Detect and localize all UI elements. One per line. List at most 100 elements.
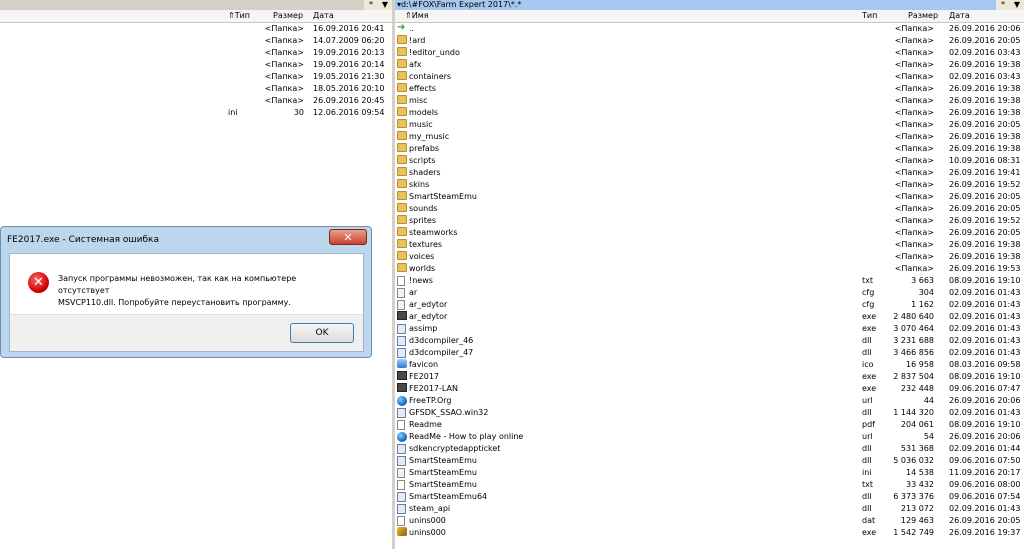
left-table-row[interactable]: <Папка> 19.05.2016 21:30	[0, 71, 392, 83]
right-row-date: 09.06.2016 07:50	[949, 456, 1021, 465]
right-row-size: <Папка>	[894, 108, 934, 117]
right-table-row[interactable]: ReadMe - How to play online url 54 26.09.20…	[395, 431, 1024, 443]
right-row-size: <Папка>	[894, 72, 934, 81]
right-row-size: <Папка>	[894, 216, 934, 225]
right-table-row[interactable]: steamworks <Папка> 26.09.2016 20:05	[395, 227, 1024, 239]
right-table-row[interactable]: !ard <Папка> 26.09.2016 20:05	[395, 35, 1024, 47]
right-table-row[interactable]: ➜.. <Папка> 26.09.2016 20:06	[395, 23, 1024, 35]
right-header-type[interactable]: Тип	[862, 10, 877, 22]
right-table-row[interactable]: SmartSteamEmu ini 14 538 11.09.2016 20:17	[395, 467, 1024, 479]
left-table-row[interactable]: <Папка> 19.09.2016 20:13	[0, 47, 392, 59]
left-table-row[interactable]: <Папка> 26.09.2016 20:45	[0, 95, 392, 107]
right-row-name: effects	[409, 84, 437, 93]
right-table-row[interactable]: shaders <Папка> 26.09.2016 19:41	[395, 167, 1024, 179]
dialog-message: Запуск программы невозможен, так как на …	[58, 273, 348, 309]
right-table-row[interactable]: unins000 exe 1 542 749 26.09.2016 19:37	[395, 527, 1024, 539]
right-table-row[interactable]: textures <Папка> 26.09.2016 19:38	[395, 239, 1024, 251]
right-path[interactable]: ▾d:\#FOX\Farm Expert 2017\*.*	[395, 0, 996, 10]
left-row-size: <Папка>	[264, 60, 304, 69]
left-header-type[interactable]: ⇑Тип	[228, 10, 250, 22]
right-table-row[interactable]: my_music <Папка> 26.09.2016 19:38	[395, 131, 1024, 143]
right-table-row[interactable]: favicon ico 16 958 08.03.2016 09:58	[395, 359, 1024, 371]
right-table-row[interactable]: FE2017 exe 2 837 504 08.09.2016 19:10	[395, 371, 1024, 383]
file-icon	[397, 420, 405, 430]
right-row-name: FE2017	[409, 372, 440, 381]
right-table-row[interactable]: !news txt 3 663 08.09.2016 19:10	[395, 275, 1024, 287]
right-header-name[interactable]: ⇑Имя	[405, 10, 429, 22]
folder-icon	[397, 203, 407, 212]
right-row-type: txt	[862, 480, 874, 489]
right-row-size: <Папка>	[894, 240, 934, 249]
right-row-type: dll	[862, 408, 872, 417]
right-table-row[interactable]: Readme pdf 204 061 08.09.2016 19:10	[395, 419, 1024, 431]
right-table-row[interactable]: unins000 dat 129 463 26.09.2016 20:05	[395, 515, 1024, 527]
right-row-type: url	[862, 432, 873, 441]
right-table-row[interactable]: voices <Папка> 26.09.2016 19:38	[395, 251, 1024, 263]
left-table-row[interactable]: ini 30 12.06.2016 09:54	[0, 107, 392, 119]
right-table-row[interactable]: ar_edytor cfg 1 162 02.09.2016 01:43	[395, 299, 1024, 311]
right-table-row[interactable]: effects <Папка> 26.09.2016 19:38	[395, 83, 1024, 95]
left-table-row[interactable]: <Папка> 18.05.2016 20:10	[0, 83, 392, 95]
right-table-row[interactable]: skins <Папка> 26.09.2016 19:52	[395, 179, 1024, 191]
left-table-row[interactable]: <Папка> 19.09.2016 20:14	[0, 59, 392, 71]
right-table-row[interactable]: d3dcompiler_46 dll 3 231 688 02.09.2016 01:…	[395, 335, 1024, 347]
right-row-date: 26.09.2016 20:05	[949, 192, 1021, 201]
right-table-row[interactable]: steam_api dll 213 072 02.09.2016 01:43	[395, 503, 1024, 515]
folder-icon	[397, 59, 407, 68]
right-header-date[interactable]: Дата	[949, 10, 970, 22]
dialog-close-button[interactable]: ✕	[329, 229, 367, 245]
left-path[interactable]	[0, 0, 364, 10]
right-table-row[interactable]: !editor_undo <Папка> 02.09.2016 03:43	[395, 47, 1024, 59]
system-error-dialog[interactable]: FE2017.exe - Системная ошибка ✕ ✕ Запуск…	[0, 226, 372, 358]
left-table-row[interactable]: <Папка> 16.09.2016 20:41	[0, 23, 392, 35]
left-table-row[interactable]: <Папка> 14.07.2009 06:20	[0, 35, 392, 47]
right-table-row[interactable]: models <Папка> 26.09.2016 19:38	[395, 107, 1024, 119]
left-header-size[interactable]: Размер	[273, 10, 303, 22]
right-row-type: ico	[862, 360, 874, 369]
right-row-size: 204 061	[900, 420, 934, 429]
right-table-row[interactable]: FreeTP.Org url 44 26.09.2016 20:06	[395, 395, 1024, 407]
right-table-row[interactable]: worlds <Папка> 26.09.2016 19:53	[395, 263, 1024, 275]
left-filter-star[interactable]: *	[364, 0, 378, 10]
right-table-row[interactable]: SmartSteamEmu dll 5 036 032 09.06.2016 07:5…	[395, 455, 1024, 467]
right-table-row[interactable]: FE2017-LAN exe 232 448 09.06.2016 07:47	[395, 383, 1024, 395]
right-row-date: 26.09.2016 19:52	[949, 180, 1021, 189]
right-table-row[interactable]: sounds <Папка> 26.09.2016 20:05	[395, 203, 1024, 215]
right-table-row[interactable]: d3dcompiler_47 dll 3 466 856 02.09.2016 01:…	[395, 347, 1024, 359]
right-table-row[interactable]: music <Папка> 26.09.2016 20:05	[395, 119, 1024, 131]
right-table-row[interactable]: scripts <Папка> 10.09.2016 08:31	[395, 155, 1024, 167]
right-row-type: url	[862, 396, 873, 405]
right-row-size: <Папка>	[894, 96, 934, 105]
right-filter-star[interactable]: *	[996, 0, 1010, 10]
right-table-row[interactable]: SmartSteamEmu <Папка> 26.09.2016 20:05	[395, 191, 1024, 203]
right-table-row[interactable]: misc <Папка> 26.09.2016 19:38	[395, 95, 1024, 107]
right-row-size: 14 538	[906, 468, 934, 477]
right-row-date: 02.09.2016 01:43	[949, 504, 1021, 513]
installer-icon	[397, 527, 407, 536]
right-table-row[interactable]: SmartSteamEmu txt 33 432 09.06.2016 08:00	[395, 479, 1024, 491]
right-file-panel[interactable]: ▾d:\#FOX\Farm Expert 2017\*.* * ▼ ⇑Имя Т…	[395, 0, 1024, 549]
right-table-row[interactable]: containers <Папка> 02.09.2016 03:43	[395, 71, 1024, 83]
right-table-row[interactable]: assimp exe 3 070 464 02.09.2016 01:43	[395, 323, 1024, 335]
right-table-row[interactable]: SmartSteamEmu64 dll 6 373 376 09.06.2016 07…	[395, 491, 1024, 503]
right-table-row[interactable]: sprites <Папка> 26.09.2016 19:52	[395, 215, 1024, 227]
right-row-name: unins000	[409, 528, 446, 537]
right-table-row[interactable]: sdkencryptedappticket dll 531 368 02.09.201…	[395, 443, 1024, 455]
right-table-row[interactable]: prefabs <Папка> 26.09.2016 19:38	[395, 143, 1024, 155]
right-path-bar: ▾d:\#FOX\Farm Expert 2017\*.* * ▼	[395, 0, 1024, 10]
right-table-row[interactable]: afx <Папка> 26.09.2016 19:38	[395, 59, 1024, 71]
left-row-size: <Папка>	[264, 96, 304, 105]
left-history-dropdown-icon[interactable]: ▼	[378, 0, 392, 10]
ok-button[interactable]: OK	[290, 323, 354, 343]
right-table-row[interactable]: ar cfg 304 02.09.2016 01:43	[395, 287, 1024, 299]
left-header-date[interactable]: Дата	[313, 10, 334, 22]
right-header-size[interactable]: Размер	[908, 10, 938, 22]
right-row-date: 26.09.2016 19:38	[949, 240, 1021, 249]
right-row-name: sdkencryptedappticket	[409, 444, 501, 453]
right-history-dropdown-icon[interactable]: ▼	[1010, 0, 1024, 10]
file-icon	[397, 516, 405, 526]
right-table-row[interactable]: GFSDK_SSAO.win32 dll 1 144 320 02.09.2016 0…	[395, 407, 1024, 419]
right-table-row[interactable]: ar_edytor exe 2 480 640 02.09.2016 01:43	[395, 311, 1024, 323]
folder-icon	[397, 107, 407, 116]
right-row-type: txt	[862, 276, 874, 285]
